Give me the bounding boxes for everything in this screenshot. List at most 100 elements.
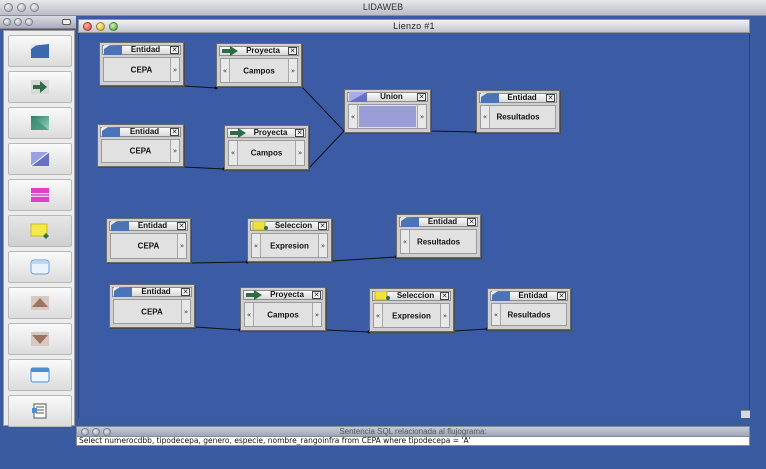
palette-close-button[interactable]: [3, 18, 11, 26]
input-port[interactable]: «: [252, 234, 261, 257]
union-node[interactable]: Union ✕ « »: [344, 89, 431, 133]
canvas-titlebar: Lienzo #1: [78, 19, 750, 33]
input-port[interactable]: «: [349, 105, 358, 128]
node-close-button[interactable]: ✕: [546, 94, 555, 102]
project-tool-button[interactable]: [8, 71, 72, 103]
output-port[interactable]: »: [417, 105, 426, 128]
output-port[interactable]: »: [170, 58, 179, 81]
app-title: LIDAWEB: [362, 2, 404, 12]
palette-window-controls: [3, 18, 33, 26]
sort-ascending-tool-button[interactable]: [8, 287, 72, 319]
project-node-campos-1[interactable]: Proyecta ✕ « Campos »: [216, 43, 302, 87]
node-header[interactable]: Entidad ✕: [102, 45, 181, 55]
selection-node-2[interactable]: Seleccion ✕ « Expresion »: [369, 288, 454, 332]
node-body: CEPA »: [103, 57, 180, 82]
input-port[interactable]: «: [221, 59, 230, 82]
entity-tool-button[interactable]: [8, 35, 72, 67]
node-close-button[interactable]: ✕: [318, 222, 327, 230]
entity-node-cepa-1[interactable]: Entidad ✕ CEPA »: [99, 42, 184, 86]
node-label: Campos: [267, 310, 299, 319]
difference-tool-button[interactable]: [8, 179, 72, 211]
selection-tool-button[interactable]: [8, 215, 72, 247]
node-close-button[interactable]: ✕: [557, 292, 566, 300]
output-port[interactable]: »: [440, 304, 449, 327]
output-port[interactable]: »: [177, 234, 186, 258]
select-tool-button[interactable]: [8, 107, 72, 139]
output-port[interactable]: »: [318, 234, 327, 257]
input-port[interactable]: «: [492, 304, 501, 325]
node-close-button[interactable]: ✕: [312, 291, 321, 299]
palette-zoom-button[interactable]: [25, 18, 33, 26]
palette-titlebar: [0, 16, 76, 29]
output-port[interactable]: »: [170, 140, 179, 162]
node-label: Resultados: [507, 310, 551, 319]
result-node-1[interactable]: Entidad ✕ « Resultados: [476, 90, 560, 133]
window-tool-button[interactable]: [8, 359, 72, 391]
selection-node-1[interactable]: Seleccion ✕ « Expresion »: [247, 218, 332, 262]
entity-node-cepa-2[interactable]: Entidad ✕ CEPA »: [97, 124, 184, 167]
project-node-campos-3[interactable]: Proyecta ✕ « Campos »: [240, 287, 326, 331]
node-close-button[interactable]: ✕: [177, 222, 186, 230]
node-close-button[interactable]: ✕: [288, 47, 297, 55]
sql-tool-button[interactable]: [8, 395, 72, 427]
output-port[interactable]: »: [288, 59, 297, 82]
sort-ascending-tool-icon: [31, 296, 49, 310]
sort-descending-tool-button[interactable]: [8, 323, 72, 355]
blank-tool-button[interactable]: [8, 251, 72, 283]
node-header[interactable]: Seleccion ✕: [250, 221, 329, 231]
node-header[interactable]: Union ✕: [347, 92, 428, 102]
node-body: CEPA »: [101, 139, 180, 163]
node-close-button[interactable]: ✕: [467, 218, 476, 226]
node-header[interactable]: Entidad ✕: [399, 217, 478, 227]
node-title: Proyecta: [270, 290, 304, 299]
entity-node-cepa-4[interactable]: Entidad ✕ CEPA »: [109, 284, 195, 328]
output-port[interactable]: »: [295, 141, 304, 165]
node-title: Proyecta: [253, 128, 288, 137]
node-header[interactable]: Proyecta ✕: [227, 128, 306, 138]
entity-icon: [111, 221, 129, 231]
entity-icon: [102, 127, 120, 137]
node-close-button[interactable]: ✕: [181, 288, 190, 296]
node-header[interactable]: Seleccion ✕: [372, 291, 451, 301]
node-body: « Campos »: [220, 58, 298, 83]
node-header[interactable]: Entidad ✕: [490, 291, 568, 301]
palette-toolbar-toggle[interactable]: [62, 19, 71, 25]
output-port[interactable]: »: [181, 300, 190, 323]
node-title: Entidad: [507, 93, 537, 102]
node-close-button[interactable]: ✕: [170, 128, 179, 136]
node-close-button[interactable]: ✕: [440, 292, 449, 300]
application-window: LIDAWEB Lienzo #1 Entidad ✕ CEPA » Proye…: [0, 0, 766, 469]
input-port[interactable]: «: [229, 141, 238, 165]
palette-minimize-button[interactable]: [14, 18, 22, 26]
entity-tool-icon: [31, 44, 49, 58]
node-label: Expresion: [270, 241, 309, 250]
node-body: « Resultados: [480, 105, 556, 129]
node-close-button[interactable]: ✕: [417, 93, 426, 101]
sql-output-area[interactable]: Select numerocdbb, tipodecepa, genero, e…: [76, 436, 750, 446]
input-port[interactable]: «: [374, 304, 383, 327]
input-port[interactable]: «: [401, 230, 410, 253]
union-tool-button[interactable]: [8, 143, 72, 175]
sort-descending-tool-icon: [31, 332, 49, 346]
node-label: Campos: [243, 66, 275, 75]
node-close-button[interactable]: ✕: [170, 46, 179, 54]
node-header[interactable]: Entidad ✕: [100, 127, 181, 137]
sql-query-text: Select numerocdbb, tipodecepa, genero, e…: [79, 436, 471, 445]
node-close-button[interactable]: ✕: [295, 129, 304, 137]
node-title: Entidad: [427, 217, 458, 226]
node-header[interactable]: Proyecta ✕: [243, 290, 323, 300]
entity-node-cepa-3[interactable]: Entidad ✕ CEPA »: [106, 218, 191, 263]
node-header[interactable]: Entidad ✕: [479, 93, 557, 103]
result-node-3[interactable]: Entidad ✕ « Resultados: [487, 288, 571, 330]
output-port[interactable]: »: [312, 303, 321, 326]
result-node-2[interactable]: Entidad ✕ « Resultados: [396, 214, 481, 258]
project-node-campos-2[interactable]: Proyecta ✕ « Campos »: [224, 125, 309, 170]
input-port[interactable]: «: [481, 106, 490, 128]
node-header[interactable]: Proyecta ✕: [219, 46, 299, 56]
canvas-resize-handle[interactable]: [741, 410, 750, 418]
node-header[interactable]: Entidad ✕: [112, 287, 192, 297]
node-title: Entidad: [518, 291, 548, 300]
input-port[interactable]: «: [245, 303, 254, 326]
canvas-title: Lienzo #1: [393, 21, 435, 31]
node-header[interactable]: Entidad ✕: [109, 221, 188, 231]
